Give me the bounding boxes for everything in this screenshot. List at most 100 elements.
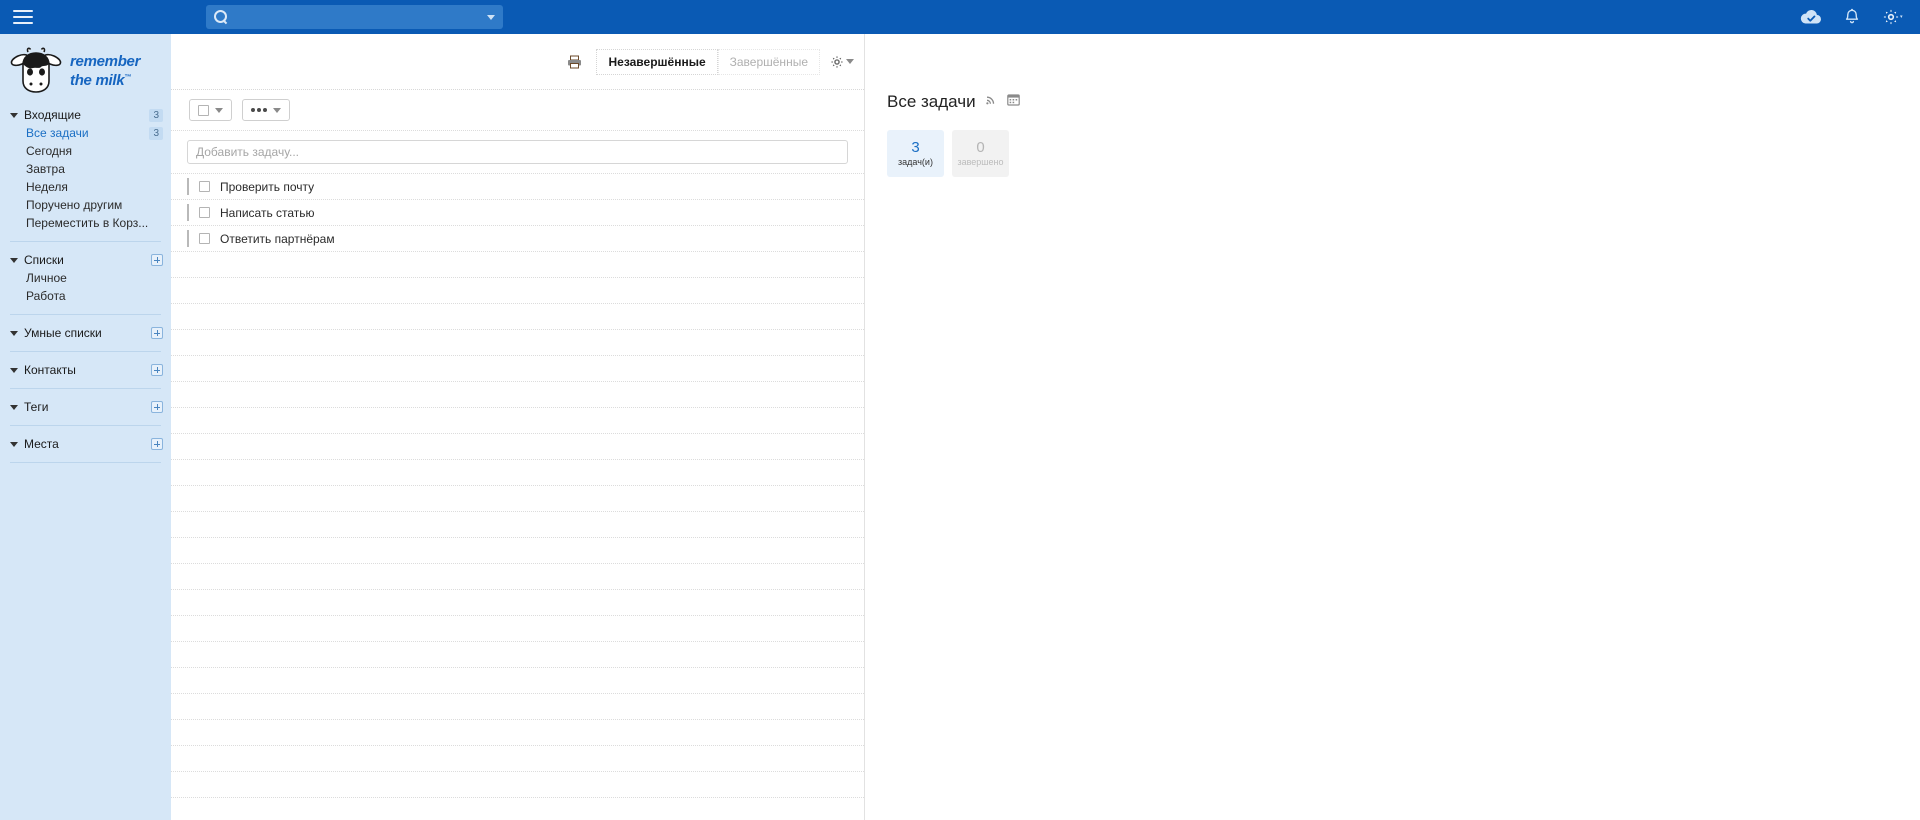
empty-row	[171, 356, 864, 382]
search-input[interactable]	[228, 9, 487, 25]
task-settings-gear-icon[interactable]	[830, 55, 854, 69]
search-dropdown-caret-icon[interactable]	[487, 15, 495, 20]
sidebar-item-label: Умные списки	[24, 326, 151, 340]
rss-feed-icon[interactable]	[985, 93, 998, 111]
empty-row	[171, 252, 864, 278]
sidebar-item-today[interactable]: Сегодня	[0, 142, 171, 160]
sidebar-item-lists[interactable]: Списки	[0, 251, 171, 269]
detail-panel: Все задачи	[865, 34, 1920, 820]
collapse-triangle-icon[interactable]	[10, 405, 18, 410]
settings-gear-icon[interactable]	[1882, 8, 1906, 26]
add-task-input[interactable]	[187, 140, 848, 164]
sidebar-item-personal[interactable]: Личное	[0, 269, 171, 287]
sidebar-divider	[10, 462, 161, 463]
sidebar-item-label: Входящие	[24, 108, 149, 122]
sidebar-group-lists: Списки Личное Работа	[0, 251, 171, 305]
add-contact-button[interactable]	[151, 364, 163, 376]
empty-row	[171, 694, 864, 720]
collapse-triangle-icon[interactable]	[10, 258, 18, 263]
task-filter-bar	[171, 90, 864, 131]
task-row[interactable]: Проверить почту	[171, 174, 864, 200]
add-list-button[interactable]	[151, 254, 163, 266]
sidebar: remember the milk™ Входящие 3 Все задачи…	[0, 34, 171, 820]
sidebar-divider	[10, 388, 161, 389]
detail-panel-header: Все задачи	[887, 92, 1920, 112]
more-dots-icon	[251, 108, 267, 112]
tab-complete[interactable]: Завершённые	[718, 49, 820, 75]
logo-wordmark: remember the milk™	[70, 54, 140, 89]
more-actions-dropdown[interactable]	[242, 99, 290, 121]
bell-icon[interactable]	[1844, 8, 1860, 26]
collapse-triangle-icon[interactable]	[10, 331, 18, 336]
sidebar-item-places[interactable]: Места	[0, 435, 171, 453]
task-priority-bar	[187, 204, 189, 221]
stat-label: завершено	[957, 157, 1003, 167]
app-logo[interactable]: remember the milk™	[0, 40, 171, 106]
sidebar-item-label: Все задачи	[26, 126, 149, 140]
sidebar-item-label: Поручено другим	[26, 198, 163, 212]
task-row[interactable]: Написать статью	[171, 200, 864, 226]
collapse-triangle-icon[interactable]	[10, 368, 18, 373]
empty-row	[171, 512, 864, 538]
sidebar-item-contacts[interactable]: Контакты	[0, 361, 171, 379]
printer-icon[interactable]	[567, 55, 582, 69]
sidebar-item-smart-lists[interactable]: Умные списки	[0, 324, 171, 342]
sidebar-item-work[interactable]: Работа	[0, 287, 171, 305]
collapse-triangle-icon[interactable]	[10, 113, 18, 118]
sidebar-item-inbox[interactable]: Входящие 3	[0, 106, 171, 124]
sidebar-item-all-tasks[interactable]: Все задачи 3	[0, 124, 171, 142]
search-box[interactable]	[206, 5, 503, 29]
empty-row	[171, 616, 864, 642]
task-priority-bar	[187, 178, 189, 195]
empty-row	[171, 434, 864, 460]
task-stats: 3 задач(и) 0 завершено	[887, 130, 1920, 177]
chevron-down-icon[interactable]	[215, 108, 223, 113]
logo-line-1: remember	[70, 54, 140, 70]
sidebar-item-tomorrow[interactable]: Завтра	[0, 160, 171, 178]
add-smart-list-button[interactable]	[151, 327, 163, 339]
task-name: Проверить почту	[220, 180, 314, 194]
add-task-row	[171, 131, 864, 174]
task-checkbox[interactable]	[199, 181, 210, 192]
sidebar-item-label: Места	[24, 437, 151, 451]
cow-logo-icon	[8, 46, 66, 96]
sidebar-item-label: Переместить в Корз...	[26, 216, 163, 230]
sidebar-item-move-to-trash[interactable]: Переместить в Корз...	[0, 214, 171, 232]
logo-line-2: the milk™	[70, 70, 140, 89]
empty-row	[171, 304, 864, 330]
page-body: remember the milk™ Входящие 3 Все задачи…	[0, 34, 1920, 820]
sidebar-item-label: Неделя	[26, 180, 163, 194]
task-list: Проверить почту Написать статью Ответить…	[171, 174, 864, 820]
sidebar-item-given-to-others[interactable]: Поручено другим	[0, 196, 171, 214]
task-name: Написать статью	[220, 206, 315, 220]
page-title: Все задачи	[887, 92, 976, 112]
task-row[interactable]: Ответить партнёрам	[171, 226, 864, 252]
stat-number: 3	[911, 140, 919, 155]
chevron-down-icon[interactable]	[273, 108, 281, 113]
task-checkbox[interactable]	[199, 207, 210, 218]
sidebar-item-label: Завтра	[26, 162, 163, 176]
empty-row	[171, 486, 864, 512]
empty-row	[171, 772, 864, 798]
empty-row	[171, 538, 864, 564]
sidebar-divider	[10, 351, 161, 352]
calendar-icon[interactable]	[1007, 93, 1020, 111]
sidebar-item-tags[interactable]: Теги	[0, 398, 171, 416]
task-priority-bar	[187, 230, 189, 247]
hamburger-menu-icon[interactable]	[0, 0, 46, 34]
select-all-dropdown[interactable]	[189, 99, 232, 121]
empty-row	[171, 330, 864, 356]
tab-incomplete[interactable]: Незавершённые	[596, 49, 717, 75]
stat-number: 0	[976, 140, 984, 155]
sidebar-item-week[interactable]: Неделя	[0, 178, 171, 196]
collapse-triangle-icon[interactable]	[10, 442, 18, 447]
stat-box-active-tasks: 3 задач(и)	[887, 130, 944, 177]
add-place-button[interactable]	[151, 438, 163, 450]
sidebar-item-label: Личное	[26, 271, 163, 285]
gear-dropdown-caret-icon[interactable]	[846, 59, 854, 64]
checkbox-icon[interactable]	[198, 105, 209, 116]
sidebar-divider	[10, 314, 161, 315]
task-checkbox[interactable]	[199, 233, 210, 244]
cloud-sync-icon[interactable]	[1800, 9, 1822, 25]
add-tag-button[interactable]	[151, 401, 163, 413]
